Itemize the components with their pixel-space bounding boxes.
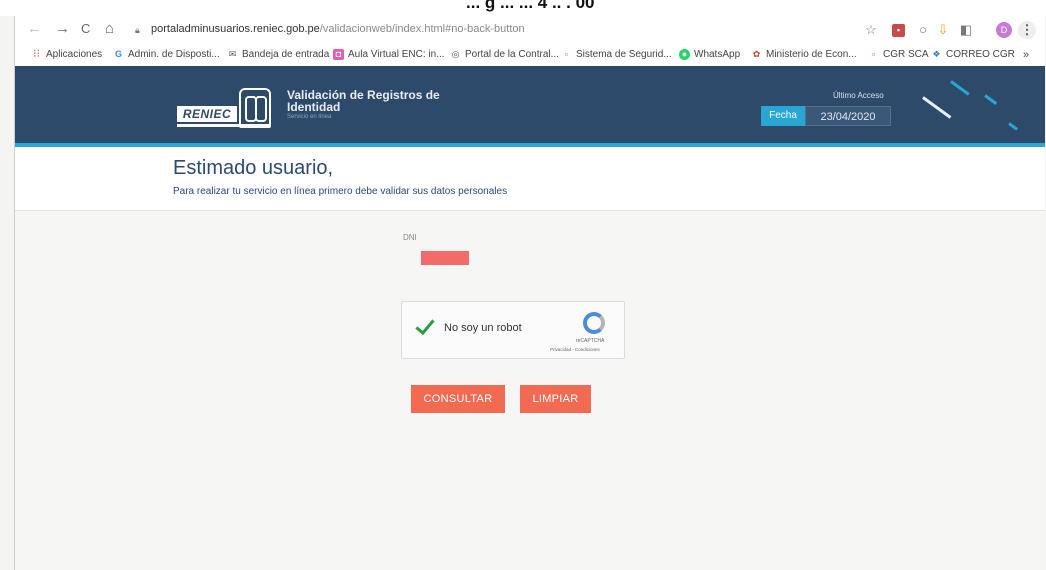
bookmark-label: Admin. de Disposti... — [128, 49, 220, 60]
ministry-icon: ✿ — [752, 49, 761, 59]
date-value: 23/04/2020 — [805, 106, 891, 126]
whatsapp-icon: ● — [679, 49, 690, 60]
url-path: /validacionweb/index.html#no-back-button — [319, 23, 525, 35]
bookmark-cgr-sca[interactable]: ▫ CGR SCA — [868, 49, 929, 60]
dni-label: DNI — [403, 233, 417, 242]
aula-icon: ◘ — [333, 49, 344, 60]
puzzle-extension-icon[interactable]: ◧ — [958, 22, 974, 38]
pdf-extension-icon[interactable]: ▪ — [892, 24, 905, 37]
url-host: portaladminusuarios.reniec.gob.pe — [151, 23, 320, 35]
header-decoration — [950, 80, 970, 96]
circle-extension-icon[interactable]: ○ — [915, 22, 931, 38]
recaptcha-links[interactable]: Privacidad - Condiciones — [550, 347, 600, 352]
bookmarks-more-icon[interactable]: » — [1023, 49, 1029, 61]
bookmark-admin-dispositivos[interactable]: G Admin. de Disposti... — [113, 49, 220, 60]
bookmark-sistema-seguridad[interactable]: ▫ Sistema de Segurid... — [561, 49, 672, 60]
consultar-button[interactable]: CONSULTAR — [411, 385, 505, 413]
browser-window: ← → C ⌂ 🔒︎ portaladminusuarios.reniec.go… — [14, 16, 1045, 570]
greeting-heading: Estimado usuario, — [173, 157, 334, 179]
bookmark-label: CGR SCA — [883, 49, 929, 60]
reload-icon[interactable]: C — [81, 21, 90, 37]
recaptcha-brand: reCAPTCHA — [576, 338, 605, 344]
download-extension-icon[interactable]: ⇩ — [935, 22, 951, 38]
page: ... g ... ... 4 .. . 00 ← → C ⌂ 🔒︎ porta… — [0, 0, 1046, 570]
lock-icon: 🔒︎ — [135, 25, 140, 35]
profile-avatar[interactable]: D — [996, 22, 1012, 38]
bookmark-correo-cgr[interactable]: ❖ CORREO CGR — [931, 49, 1015, 60]
validation-form: DNI No soy un robot reCAPTCHA Privacidad… — [15, 210, 1045, 570]
bookmark-aula-virtual[interactable]: ◘ Aula Virtual ENC: in... — [333, 49, 445, 60]
reniec-logo[interactable]: RENIEC — [177, 86, 271, 128]
bookmark-label: Portal de la Contral... — [465, 49, 559, 60]
top-caption-strip: ... g ... ... 4 .. . 00 — [0, 0, 1046, 16]
logo-text: RENIEC — [177, 106, 237, 122]
bookmark-ministerio[interactable]: ✿ Ministerio de Econ... — [751, 49, 857, 60]
bookmark-label: Ministerio de Econ... — [766, 49, 857, 60]
site-title: Validación de Registros de Identidad — [287, 88, 440, 114]
instruction-text: Para realizar tu servicio en línea prime… — [173, 186, 508, 197]
bookmark-label: WhatsApp — [694, 49, 741, 60]
date-box: Fecha 23/04/2020 — [761, 106, 891, 126]
forward-icon[interactable]: → — [55, 21, 70, 37]
bookmark-aplicaciones[interactable]: ⁝⁝ Aplicaciones — [31, 48, 103, 61]
recaptcha-logo-icon — [583, 312, 605, 334]
site-subtitle: Servicio en línea — [287, 114, 332, 120]
menu-icon[interactable]: ⋮ — [1018, 21, 1036, 39]
date-label: Fecha — [761, 106, 805, 126]
portal-icon: ◎ — [451, 49, 460, 59]
bookmark-label: Sistema de Segurid... — [576, 49, 672, 60]
mail-icon: ✉ — [228, 49, 237, 59]
google-icon: G — [114, 49, 122, 59]
last-access-label: Último Acceso — [833, 91, 884, 100]
header-decoration — [922, 96, 952, 119]
header-decoration — [1008, 122, 1018, 131]
bookmark-label: CORREO CGR — [946, 49, 1015, 60]
address-bar[interactable]: portaladminusuarios.reniec.gob.pe/valida… — [151, 23, 525, 35]
shield-icon: ▫ — [564, 49, 569, 59]
correo-icon: ❖ — [932, 49, 941, 59]
dni-field-redacted[interactable] — [421, 251, 469, 265]
header-accent-line — [15, 143, 1045, 147]
limpiar-button[interactable]: LIMPIAR — [520, 385, 591, 413]
bookmarks-bar: ⁝⁝ Aplicaciones G Admin. de Disposti... ✉ B… — [15, 44, 1045, 67]
recaptcha-widget: No soy un robot reCAPTCHA Privacidad - C… — [401, 301, 625, 359]
bookmark-label: Aplicaciones — [46, 49, 103, 60]
apps-icon: ⁝⁝ — [33, 48, 40, 60]
site-header: RENIEC Validación de Registros de Identi… — [15, 66, 1045, 146]
browser-toolbar: ← → C ⌂ 🔒︎ portaladminusuarios.reniec.go… — [15, 16, 1045, 44]
back-icon[interactable]: ← — [27, 21, 42, 37]
bookmark-bandeja[interactable]: ✉ Bandeja de entrada — [227, 49, 330, 60]
top-caption: ... g ... ... 4 .. . 00 — [466, 0, 595, 12]
bookmark-label: Aula Virtual ENC: in... — [348, 49, 445, 60]
logo-figure-icon — [239, 88, 271, 128]
header-decoration — [984, 94, 998, 105]
recaptcha-label: No soy un robot — [444, 322, 522, 334]
recaptcha-checkmark-icon[interactable] — [414, 316, 436, 338]
bookmark-label: Bandeja de entrada — [242, 49, 330, 60]
cgr-icon: ▫ — [871, 49, 876, 59]
bookmark-portal-contraloria[interactable]: ◎ Portal de la Contral... — [450, 49, 559, 60]
star-icon[interactable]: ☆ — [863, 22, 879, 38]
bookmark-whatsapp[interactable]: ● WhatsApp — [679, 49, 740, 60]
home-icon[interactable]: ⌂ — [105, 21, 114, 37]
